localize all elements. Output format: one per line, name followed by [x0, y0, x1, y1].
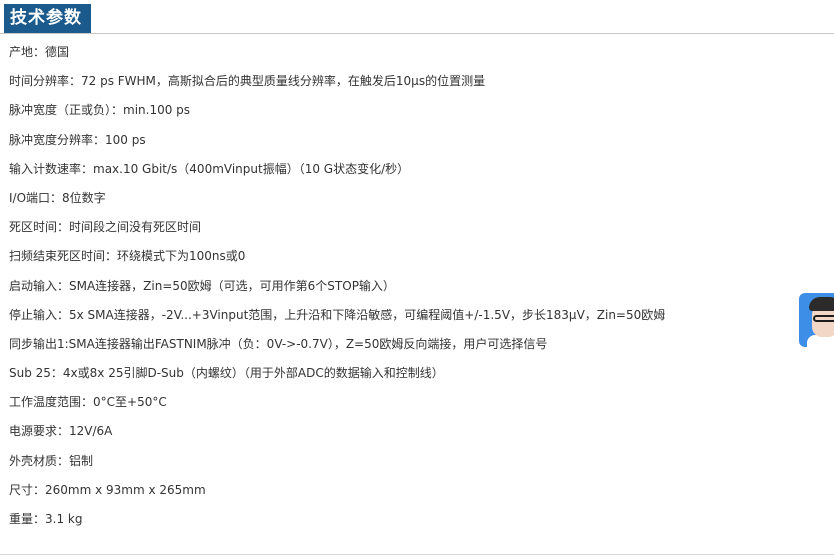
- spec-item: 停止输入：5x SMA连接器，-2V...+3Vinput范围，上升沿和下降沿敏…: [9, 307, 666, 322]
- spec-item: 产地：德国: [9, 45, 70, 59]
- spec-item: 电源要求：12V/6A: [9, 424, 113, 439]
- spec-item: 脉冲宽度分辨率：100 ps: [9, 132, 146, 147]
- spec-item: 同步输出1:SMA连接器输出FASTNIM脉冲（负：0V->-0.7V），Z=5…: [9, 336, 548, 351]
- spec-item: 扫频结束死区时间：环绕模式下为100ns或0: [9, 249, 246, 264]
- spec-list: 产地：德国时间分辨率：72 ps FWHM，高斯拟合后的典型质量线分辨率，在触发…: [9, 42, 799, 538]
- spec-item: Sub 25：4x或8x 25引脚D-Sub（内螺纹）（用于外部ADC的数据输入…: [9, 366, 444, 381]
- spec-item: 外壳材质：铝制: [9, 453, 94, 468]
- divider: [0, 554, 834, 555]
- spec-item: 重量：3.1 kg: [9, 512, 83, 526]
- spec-item: 死区时间：时间段之间没有死区时间: [9, 220, 202, 235]
- page: 技术参数 产地：德国时间分辨率：72 ps FWHM，高斯拟合后的典型质量线分辨…: [0, 0, 834, 558]
- avatar-glasses: [813, 315, 834, 322]
- spec-item: I/O端口：8位数字: [9, 190, 106, 205]
- customer-service-avatar-icon[interactable]: [799, 293, 834, 347]
- spec-item: 输入计数速率：max.10 Gbit/s（400mVinput振幅）（10 G状…: [9, 161, 410, 176]
- spec-item: 尺寸：260mm x 93mm x 265mm: [9, 482, 206, 497]
- section-header: 技术参数: [0, 0, 834, 34]
- spec-item: 工作温度范围：0°C至+50°C: [9, 395, 167, 410]
- avatar-hair: [809, 297, 834, 311]
- section-title: 技术参数: [4, 4, 91, 33]
- spec-item: 时间分辨率：72 ps FWHM，高斯拟合后的典型质量线分辨率，在触发后10µs…: [9, 74, 486, 89]
- spec-item: 脉冲宽度（正或负）：min.100 ps: [9, 103, 191, 118]
- spec-item: 启动输入：SMA连接器，Zin=50欧姆（可选，可用作第6个STOP输入）: [9, 278, 395, 293]
